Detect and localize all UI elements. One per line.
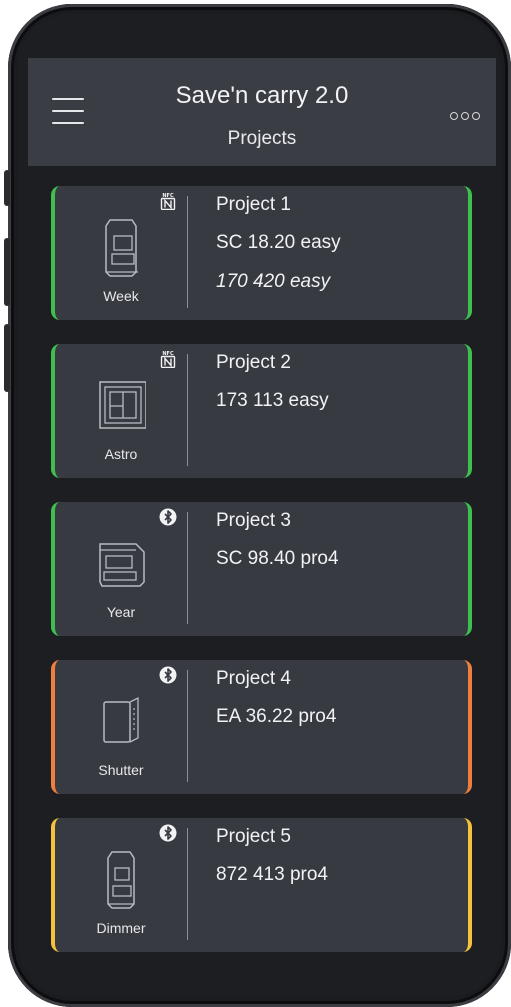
bluetooth-icon <box>159 508 177 526</box>
device-model: SC 18.20 easy <box>216 232 341 253</box>
device-type-label: Dimmer <box>96 920 146 936</box>
dimmer-device-icon <box>107 851 135 909</box>
project-name: Project 4 <box>216 668 291 689</box>
volume-up-button <box>4 238 10 306</box>
app-header: Save'n carry 2.0 Projects <box>28 58 496 166</box>
bluetooth-icon <box>159 666 177 684</box>
device-type-label: Year <box>106 604 136 620</box>
project-card-5[interactable]: Dimmer Project 5 872 413 pro4 <box>51 818 472 952</box>
device-type-label: Week <box>103 288 139 304</box>
card-divider <box>187 670 188 782</box>
project-card-2[interactable]: NFC Astro Project 2 173 113 easy <box>51 344 472 478</box>
nfc-icon: NFC <box>160 351 176 368</box>
project-name: Project 1 <box>216 194 291 215</box>
project-name: Project 2 <box>216 352 291 373</box>
card-divider <box>187 196 188 308</box>
device-model: SC 98.40 pro4 <box>216 548 339 569</box>
device-model: 170 420 easy <box>216 271 331 292</box>
bluetooth-icon <box>159 824 177 842</box>
nfc-icon: NFC <box>160 193 176 210</box>
project-card-4[interactable]: Shutter Project 4 EA 36.22 pro4 <box>51 660 472 794</box>
card-divider <box>187 354 188 466</box>
device-panel: Shutter <box>55 660 187 794</box>
app-screen: Save'n carry 2.0 Projects NFC Week Proje… <box>18 14 501 997</box>
device-model: EA 36.22 pro4 <box>216 706 337 727</box>
volume-down-button <box>4 324 10 392</box>
mute-switch <box>4 170 10 206</box>
app-title: Save'n carry 2.0 <box>175 82 349 109</box>
project-name: Project 3 <box>216 510 291 531</box>
project-list: NFC Week Project 1 SC 18.20 easy 170 420 … <box>51 186 472 976</box>
project-name: Project 5 <box>216 826 291 847</box>
device-panel: NFC Astro <box>55 344 187 478</box>
device-panel: Year <box>55 502 187 636</box>
card-divider <box>187 828 188 940</box>
device-panel: NFC Week <box>55 186 187 320</box>
year-timer-device-icon <box>99 543 145 587</box>
project-card-1[interactable]: NFC Week Project 1 SC 18.20 easy 170 420 … <box>51 186 472 320</box>
device-model: 173 113 easy <box>216 390 329 411</box>
shutter-device-icon <box>103 696 139 743</box>
device-model: 872 413 pro4 <box>216 864 328 885</box>
week-timer-device-icon <box>105 219 138 277</box>
project-card-3[interactable]: Year Project 3 SC 98.40 pro4 <box>51 502 472 636</box>
device-type-label: Shutter <box>98 762 144 778</box>
card-divider <box>187 512 188 624</box>
device-panel: Dimmer <box>55 818 187 952</box>
device-type-label: Astro <box>104 446 138 462</box>
page-subtitle: Projects <box>227 128 297 149</box>
astro-timer-device-icon <box>99 381 146 429</box>
more-options-icon[interactable] <box>450 112 480 122</box>
